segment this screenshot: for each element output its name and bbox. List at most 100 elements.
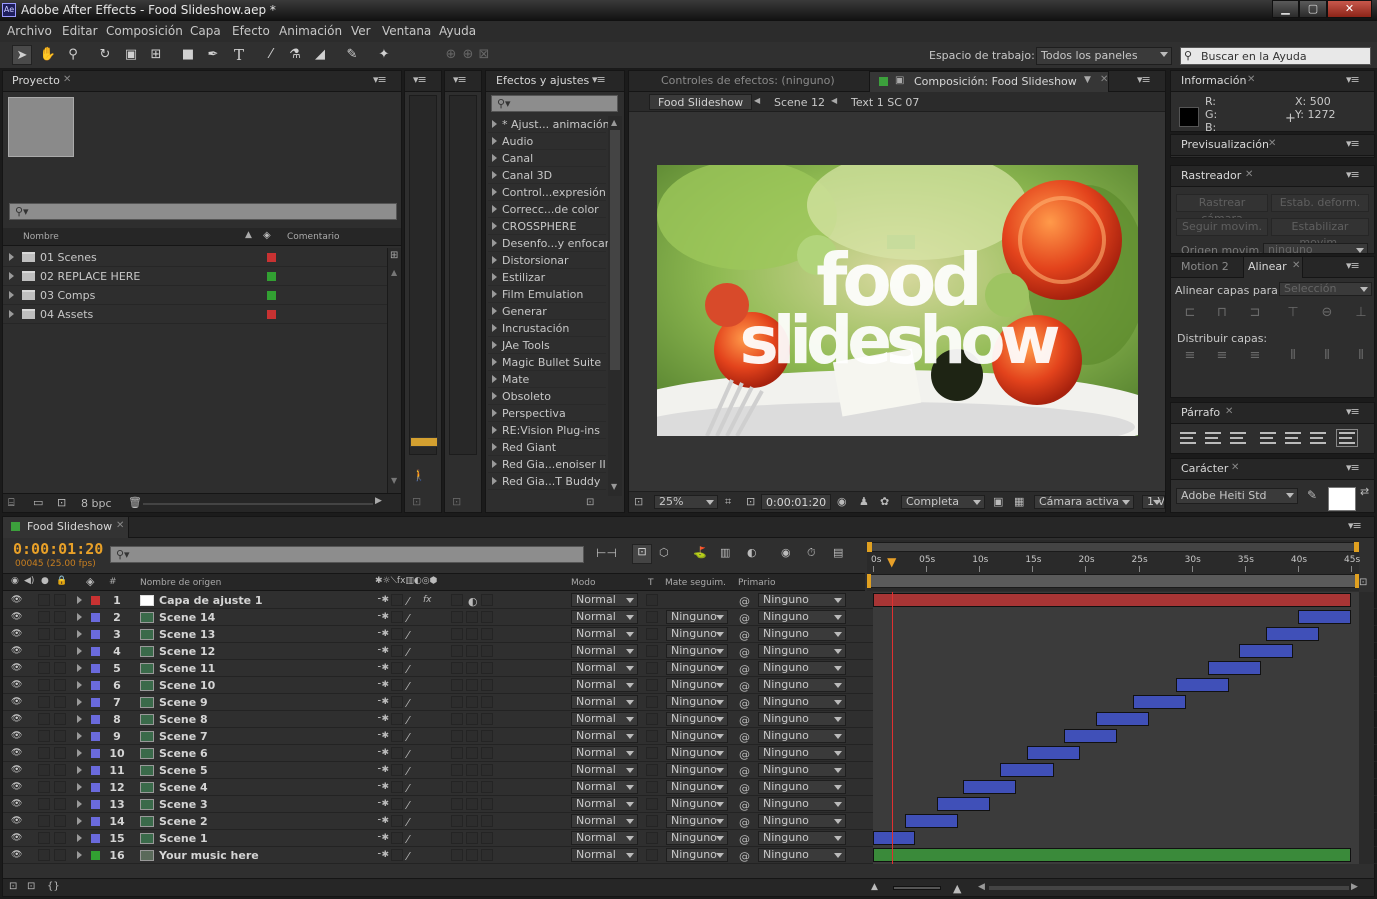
lock-switch[interactable] [54,781,66,793]
audio-switch[interactable] [38,679,50,691]
blend-mode-dropdown[interactable]: Normal [571,678,638,692]
3d-layer-switch[interactable] [481,798,493,810]
layer-name[interactable]: Scene 5 [159,764,208,777]
pick-whip-icon[interactable]: @ [739,833,750,846]
motion-blur-switch[interactable] [451,815,463,827]
expand-arrow-icon[interactable] [77,783,82,791]
expand-arrow-icon[interactable] [492,205,497,213]
channel-icon[interactable]: ✿ [880,495,889,508]
track-matte-dropdown[interactable]: Ninguno [666,746,728,760]
shy-switch-icon[interactable]: ⁃✱ [377,612,389,622]
preserve-transparency-switch[interactable] [646,815,658,827]
layer-row[interactable]: 👁 4 Scene 12 ⁃✱ ⁄ Normal Ninguno @ Ninguno [3,643,1377,660]
preserve-transparency-switch[interactable] [646,781,658,793]
justify-right-icon[interactable] [1310,432,1326,444]
expand-arrow-icon[interactable] [77,664,82,672]
motion-blur-switch[interactable] [451,849,463,861]
shy-switch-icon[interactable]: ⁃✱ [377,816,389,826]
pick-whip-icon[interactable]: @ [739,731,750,744]
3d-layer-switch[interactable] [481,594,493,606]
close-icon[interactable]: ✕ [116,520,124,531]
quality-switch-icon[interactable]: ⁄ [407,816,409,829]
label-color[interactable] [91,715,100,724]
quality-switch-icon[interactable]: ⁄ [407,748,409,761]
effect-category-item[interactable]: JAe Tools [488,337,606,354]
adjustment-switch[interactable] [466,679,478,691]
expand-arrow-icon[interactable] [77,800,82,808]
eyedropper-icon[interactable]: ✎ [1307,488,1317,502]
effect-category-item[interactable]: Red Gia...enoiser II [488,456,606,473]
quality-switch-icon[interactable]: ⁄ [407,799,409,812]
close-icon[interactable]: ✕ [1225,406,1233,417]
layer-name[interactable]: Scene 8 [159,713,208,726]
3d-layer-switch[interactable] [481,747,493,759]
column-parent[interactable]: Primario [738,578,775,588]
quality-switch-icon[interactable]: ⁄ [407,850,409,863]
motion-blur-icon[interactable]: ▥ [720,546,730,559]
preserve-transparency-switch[interactable] [646,747,658,759]
playhead-handle[interactable]: ▼ [887,555,896,569]
list-item[interactable]: 04 Assets [3,305,387,324]
expand-arrow-icon[interactable] [492,409,497,417]
parent-dropdown[interactable]: Ninguno [758,695,846,709]
column-comment[interactable]: Comentario [287,232,340,242]
align-hcenter-icon[interactable]: ⊓ [1215,306,1229,320]
parent-dropdown[interactable]: Ninguno [758,797,846,811]
track-matte-dropdown[interactable]: Ninguno [666,729,728,743]
timeline-vscroll[interactable] [1359,592,1374,864]
tab-character[interactable]: Carácter [1181,462,1228,475]
audio-switch[interactable] [38,832,50,844]
flowchart-icon[interactable]: ⊞ [390,250,398,261]
label-color[interactable] [91,749,100,758]
quality-switch-icon[interactable]: ⁄ [407,782,409,795]
label-color[interactable] [91,596,100,605]
align-text-right-icon[interactable] [1230,432,1246,444]
solo-icon[interactable]: ● [41,576,49,586]
collapse-switch[interactable] [391,628,403,640]
parent-dropdown[interactable]: Ninguno [758,814,846,828]
expand-arrow-icon[interactable] [77,681,82,689]
motion-blur-switch[interactable] [451,798,463,810]
effect-category-item[interactable]: Mate [488,371,606,388]
label-color[interactable] [91,630,100,639]
frame-blending-icon[interactable]: ⛳ [693,546,707,559]
adjustment-switch[interactable] [466,713,478,725]
column-track-matte[interactable]: Mate seguim. [665,578,726,588]
expand-arrow-icon[interactable] [77,715,82,723]
timeline-zoom-slider[interactable] [893,886,941,890]
layer-name[interactable]: Scene 11 [159,662,215,675]
lock-icon[interactable]: ▣ [895,75,904,86]
parent-dropdown[interactable]: Ninguno [758,831,846,845]
resolution-dropdown[interactable]: Completa [901,495,985,509]
layer-row[interactable]: 👁 12 Scene 4 ⁃✱ ⁄ Normal Ninguno @ Ninguno [3,779,1377,796]
scroll-down-icon[interactable]: ▼ [611,482,617,491]
effect-category-item[interactable]: Desenfo...y enfocar [488,235,608,252]
pick-whip-icon[interactable]: @ [739,782,750,795]
track-matte-dropdown[interactable]: Ninguno [666,831,728,845]
label-tag-icon[interactable]: ◈ [263,230,271,241]
effect-category-item[interactable]: Estilizar [488,269,606,286]
blend-mode-dropdown[interactable]: Normal [571,746,638,760]
effects-search-input[interactable]: ⚲▾ [491,95,618,112]
lock-switch[interactable] [54,798,66,810]
axis-view-icon[interactable]: ⊠ [474,45,494,65]
work-area-start-handle[interactable] [867,542,872,552]
adjustment-switch[interactable] [466,662,478,674]
comp-tab[interactable]: ▣ Composición: Food Slideshow ▼ [869,71,1109,92]
align-text-center-icon[interactable] [1205,432,1221,444]
collapse-switch[interactable] [391,832,403,844]
project-search-input[interactable]: ⚲▾ [9,203,397,220]
zoom-in-icon[interactable]: ▲ [953,882,961,895]
eye-icon[interactable]: 👁 [11,850,22,860]
project-scrollbar[interactable]: ⊞ ▲ ▼ [387,248,401,493]
layer-row[interactable]: 👁 16 Your music here ⁃✱ ⁄ Normal Ninguno @ Ningu… [3,847,1377,864]
lock-icon[interactable]: 🔒 [56,576,67,586]
eye-icon[interactable]: 👁 [11,680,22,690]
shy-switch-icon[interactable]: ⁃✱ [377,697,389,707]
eye-icon[interactable]: 👁 [11,731,22,741]
stabilize-motion-button[interactable]: Estabilizar movim. [1271,218,1369,249]
label-tag-icon[interactable]: ◈ [86,575,94,588]
track-matte-dropdown[interactable]: Ninguno [666,644,728,658]
expand-arrow-icon[interactable] [492,324,497,332]
mini-flowchart-icon[interactable]: ⊢⊣ [596,546,617,560]
